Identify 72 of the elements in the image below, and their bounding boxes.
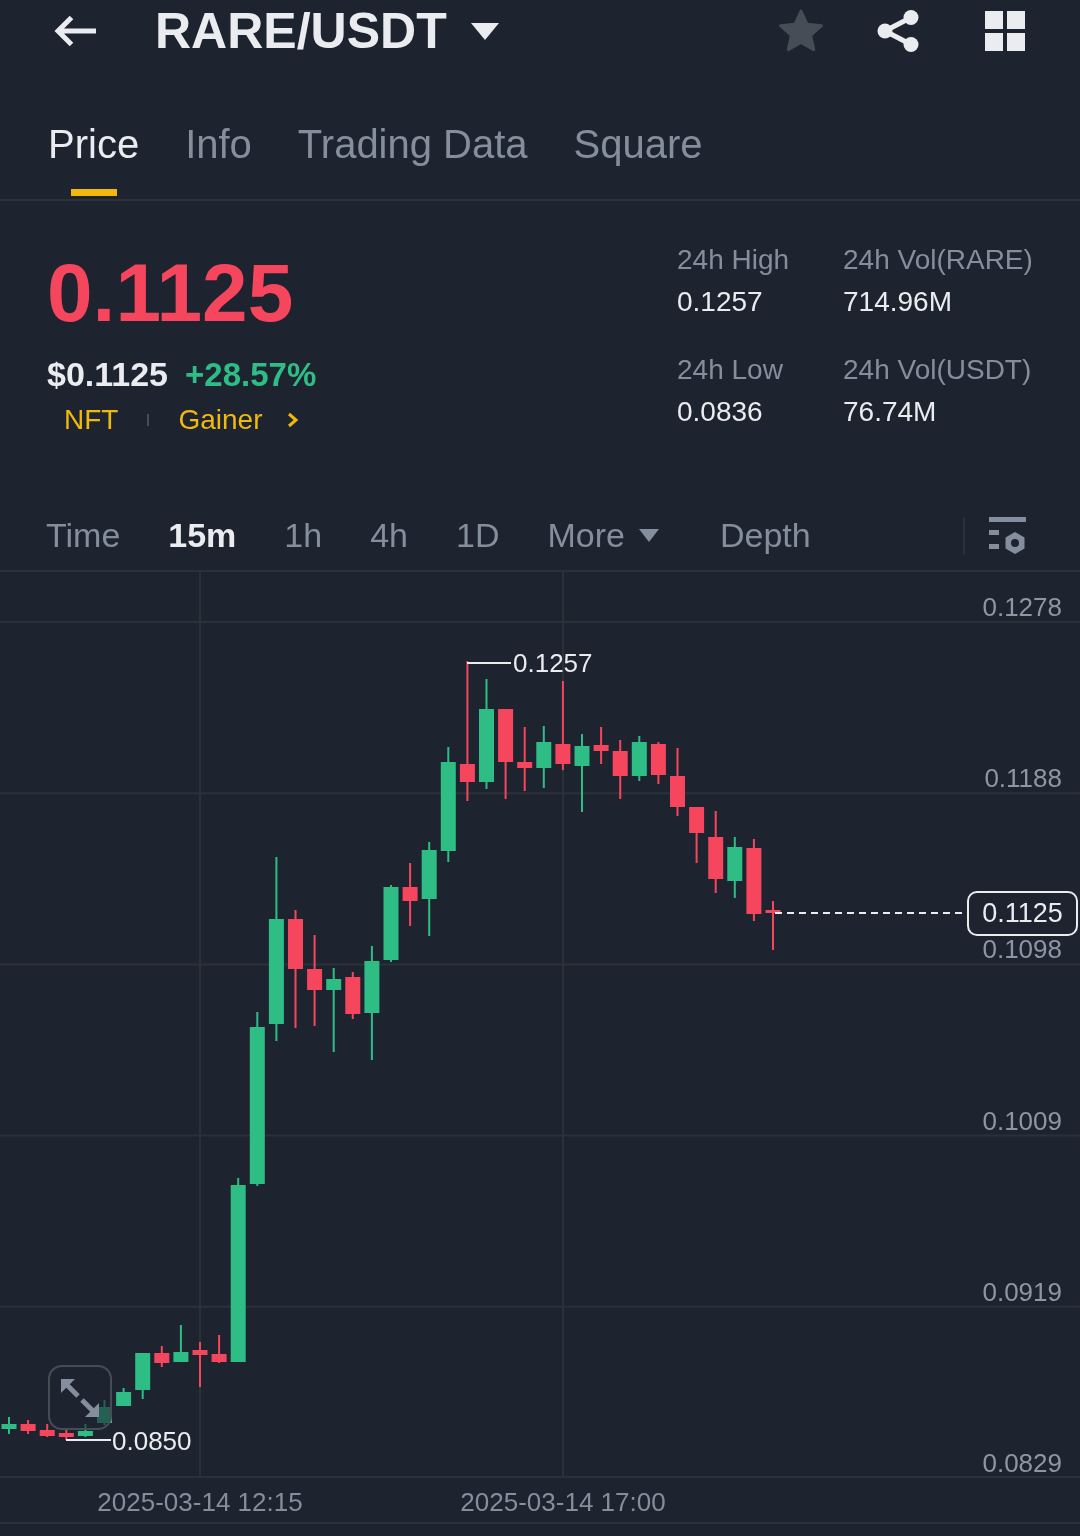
candlestick — [211, 1335, 227, 1363]
candlestick — [765, 901, 781, 950]
stat-value: 76.74M — [843, 395, 937, 429]
price-change: +28.57% — [185, 355, 317, 395]
candlestick — [689, 807, 705, 863]
usd-price: $0.1125 — [47, 354, 169, 395]
leader-line — [467, 662, 511, 664]
expand-icon — [61, 1378, 99, 1417]
share-icon[interactable] — [876, 9, 920, 53]
interval-tab[interactable]: More — [547, 514, 659, 556]
leader-line — [66, 1439, 111, 1441]
back-icon[interactable] — [52, 14, 98, 48]
stat-label: 24h High — [677, 243, 790, 277]
axis-label: 0.1278 — [982, 594, 1062, 620]
axis-label: 0.1098 — [982, 936, 1062, 963]
interval-tab[interactable]: Depth — [719, 514, 811, 556]
candlestick — [192, 1342, 208, 1387]
stat-value: 0.0836 — [677, 395, 763, 429]
axis-label: 0.0919 — [982, 1278, 1062, 1305]
caret-icon — [470, 22, 499, 40]
tab[interactable]: Info — [185, 120, 252, 196]
caret-icon — [638, 528, 659, 542]
tag-link[interactable]: Gainer — [178, 403, 263, 437]
candlestick — [1, 1417, 17, 1434]
axis-label: 2025-03-14 12:15 — [97, 1489, 303, 1515]
axis-label: 2025-03-14 17:00 — [460, 1489, 666, 1515]
grid-icon[interactable] — [985, 11, 1025, 51]
candlestick — [39, 1424, 55, 1437]
candlestick — [345, 972, 361, 1019]
interval-tab[interactable]: 15m — [168, 514, 237, 556]
interval-tab[interactable]: 1h — [284, 514, 323, 556]
candlestick — [631, 736, 647, 781]
candlestick — [670, 748, 685, 816]
tag-link[interactable]: NFT — [64, 403, 119, 437]
chevron-right-icon[interactable] — [287, 412, 300, 428]
stat-value: 714.96M — [843, 285, 952, 319]
pair-selector[interactable]: RARE/USDT — [155, 6, 499, 56]
candlestick — [173, 1325, 189, 1362]
expand-button[interactable] — [48, 1365, 112, 1430]
candlestick — [97, 1400, 112, 1425]
candlestick — [402, 863, 418, 926]
interval-tab[interactable]: Time — [46, 514, 121, 556]
last-price: 0.1125 — [47, 252, 294, 334]
candlestick — [517, 727, 533, 791]
axis-label: 0.0829 — [982, 1450, 1062, 1476]
candlestick — [612, 740, 628, 799]
axis-label: 0.1188 — [984, 765, 1062, 792]
candlestick — [727, 837, 743, 898]
candlestick — [58, 1430, 74, 1440]
high-price-label: 0.1257 — [513, 650, 593, 676]
stat-label: 24h Vol(RARE) — [843, 243, 1033, 277]
candlestick — [77, 1424, 93, 1437]
tab[interactable]: Trading Data — [297, 120, 528, 196]
star-icon[interactable] — [778, 9, 824, 53]
interval-tab[interactable]: 4h — [370, 514, 408, 556]
candlestick — [116, 1388, 132, 1406]
candlestick — [650, 742, 666, 784]
stat-label: 24h Vol(USDT) — [843, 353, 1032, 387]
last-price-label: 0.1125 — [967, 891, 1078, 936]
candlestick — [135, 1353, 151, 1399]
axis-label: 0.1009 — [982, 1107, 1062, 1134]
chart-settings-icon[interactable] — [989, 516, 1026, 554]
tab[interactable]: Price — [48, 120, 140, 196]
low-price-label: 0.0850 — [112, 1428, 192, 1454]
candlestick — [20, 1420, 36, 1434]
tab[interactable]: Square — [573, 120, 703, 196]
candlestick — [593, 727, 609, 764]
interval-tab[interactable]: 1D — [456, 514, 500, 556]
stat-label: 24h Low — [677, 353, 783, 387]
candlestick — [536, 726, 552, 788]
stat-value: 0.1257 — [677, 285, 763, 319]
candlestick — [154, 1346, 170, 1367]
